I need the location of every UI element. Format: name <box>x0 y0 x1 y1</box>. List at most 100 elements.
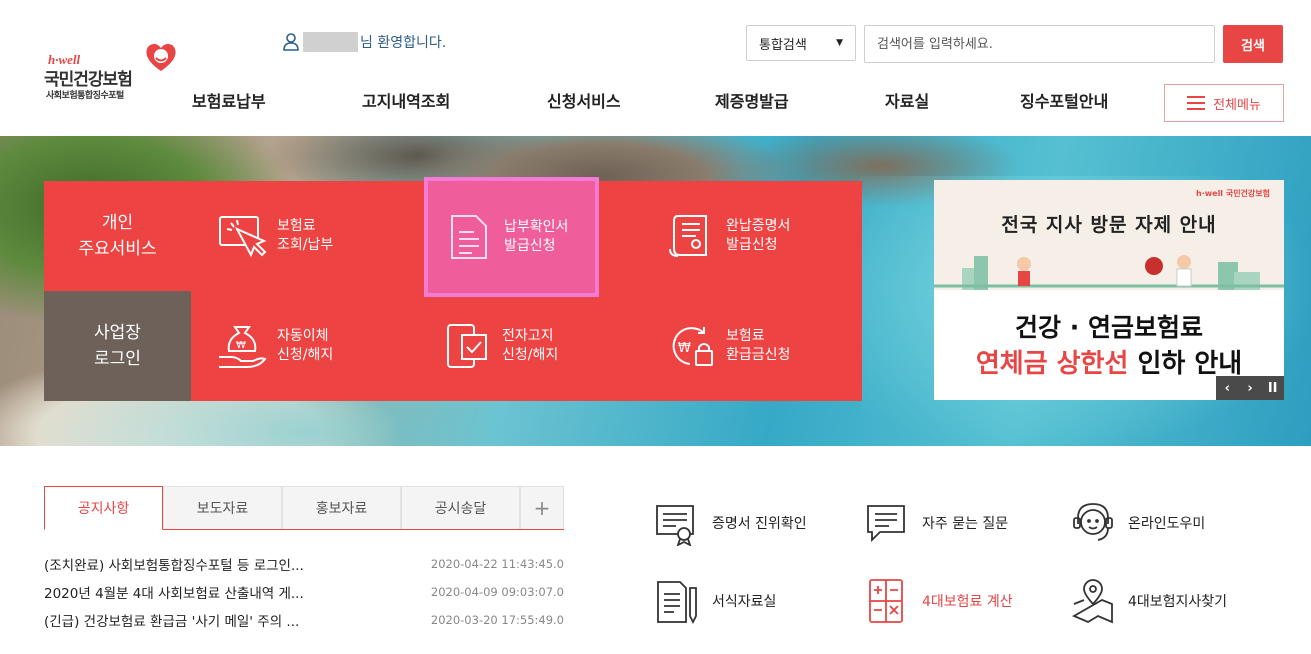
calculator-icon <box>869 579 903 623</box>
service-auto-transfer[interactable]: ₩ 자동이체신청/해지 <box>217 291 387 401</box>
notice-list: (조치완료) 사회보험통합징수포털 등 로그인... 2020-04-22 11… <box>44 550 564 634</box>
main-services-panel: 개인 주요서비스 사업장 로그인 보험료 조회/납부 납부확인서 발급신청 완납증명… <box>44 177 862 401</box>
search-scope-value: 통합검색 <box>759 37 807 53</box>
welcome-message: 님 환영합니다. <box>283 31 446 53</box>
banner-top: h·well 국민건강보험 전국 지사 방문 자제 안내 <box>934 180 1284 290</box>
search-button[interactable]: 검색 <box>1223 25 1283 63</box>
all-menu-label: 전체메뉴 <box>1213 97 1261 113</box>
hamburger-icon <box>1187 96 1206 110</box>
notice-tabs: 공지사항 보도자료 홍보자료 공시송달 + <box>44 486 564 530</box>
list-item[interactable]: (조치완료) 사회보험통합징수포털 등 로그인... 2020-04-22 11… <box>44 550 564 578</box>
tab-public-service[interactable]: 공시송달 <box>401 486 520 529</box>
tab-press[interactable]: 보도자료 <box>163 486 282 529</box>
banner-title-late-fee: 연체금 상한선 인하 안내 <box>934 343 1284 380</box>
banner-controls: ‹ › II <box>1216 376 1284 400</box>
service-line2: 발급신청 <box>726 237 778 253</box>
nav-certificate-issue[interactable]: 제증명발급 <box>715 88 789 112</box>
service-line1: 완납증명서 <box>726 218 791 234</box>
tab-business-login[interactable]: 사업장 로그인 <box>44 291 191 401</box>
notice-date: 2020-03-20 17:55:49.0 <box>430 613 564 627</box>
quick-faq[interactable]: 자주 묻는 질문 <box>864 498 1074 548</box>
quick-label: 서식자료실 <box>712 594 777 610</box>
quick-label: 4대보험료 계산 <box>922 594 1013 610</box>
list-item[interactable]: (긴급) 건강보험료 환급금 '사기 메일' 주의 ... 2020-03-20… <box>44 606 564 634</box>
tab-promotion[interactable]: 홍보자료 <box>282 486 401 529</box>
heart-logo-icon <box>146 43 176 71</box>
certificate-verify-icon <box>656 505 694 546</box>
map-pin-icon <box>1071 579 1113 624</box>
notice-title[interactable]: (긴급) 건강보험료 환급금 '사기 메일' 주의 ... <box>44 610 299 630</box>
service-payment-confirmation[interactable]: 납부확인서발급신청 <box>424 177 599 297</box>
headset-agent-icon <box>1073 503 1113 541</box>
tab-business-label: 사업장 로그인 <box>94 323 141 369</box>
banner-title-highlight: 연체금 상한선 <box>975 349 1129 379</box>
quick-label: 자주 묻는 질문 <box>922 516 1009 532</box>
banner-pause-icon[interactable]: II <box>1261 376 1284 400</box>
nav-resources[interactable]: 자료실 <box>885 88 929 112</box>
notice-date: 2020-04-09 09:03:07.0 <box>430 585 564 599</box>
refund-lock-icon: ₩ <box>672 327 713 366</box>
quick-branch-finder[interactable]: 4대보험지사찾기 <box>1070 576 1280 626</box>
service-electronic-notice[interactable]: 전자고지신청/해지 <box>442 291 612 401</box>
service-line2: 신청/해지 <box>277 347 334 363</box>
all-menu-button[interactable]: 전체메뉴 <box>1164 84 1284 122</box>
banner-title-branch: 전국 지사 방문 자제 안내 <box>1001 214 1217 236</box>
service-full-payment-certificate[interactable]: 완납증명서발급신청 <box>666 181 836 291</box>
nav-application-service[interactable]: 신청서비스 <box>547 88 621 112</box>
tab-personal-label: 개인 주요서비스 <box>78 213 157 259</box>
tab-notices[interactable]: 공지사항 <box>44 486 163 530</box>
quick-certificate-verify[interactable]: 증명서 진위확인 <box>654 498 864 548</box>
user-icon <box>283 33 299 51</box>
welcome-text: 님 환영합니다. <box>360 35 447 51</box>
quick-online-helper[interactable]: 온라인도우미 <box>1070 498 1280 548</box>
banner-brand: h·well 국민건강보험 <box>1196 189 1270 198</box>
quick-premium-calculator[interactable]: 4대보험료 계산 <box>864 576 1074 626</box>
nav-notice-inquiry[interactable]: 고지내역조회 <box>362 88 450 112</box>
nav-premium-payment[interactable]: 보험료납부 <box>192 88 266 112</box>
svg-text:₩: ₩ <box>678 341 691 356</box>
list-item[interactable]: 2020년 4월분 4대 사회보험료 산출내역 게... 2020-04-09 … <box>44 578 564 606</box>
service-line1: 보험료 <box>726 328 765 344</box>
search-scope-select[interactable]: 통합검색 ▼ <box>746 25 856 61</box>
banner-prev-icon[interactable]: ‹ <box>1216 376 1239 400</box>
banner-next-icon[interactable]: › <box>1239 376 1262 400</box>
phone-check-icon <box>447 324 487 368</box>
banner-title-rest: 인하 안내 <box>1128 349 1243 379</box>
logo-subtitle: 사회보험통합징수포털 <box>46 91 124 101</box>
dropdown-arrow-icon: ▼ <box>836 38 843 48</box>
quick-label: 증명서 진위확인 <box>712 516 807 532</box>
service-line1: 전자고지 <box>502 328 554 344</box>
service-line1: 자동이체 <box>277 328 329 344</box>
nav-portal-guide[interactable]: 징수포털안내 <box>1020 88 1108 112</box>
tab-personal-services[interactable]: 개인 주요서비스 <box>44 181 191 291</box>
form-document-icon <box>657 581 697 624</box>
notice-date: 2020-04-22 11:43:45.0 <box>430 557 564 571</box>
more-plus-icon[interactable]: + <box>520 486 564 529</box>
service-refund-application[interactable]: ₩ 보험료환급금신청 <box>666 291 836 401</box>
service-line1: 납부확인서 <box>504 219 569 235</box>
cursor-click-icon <box>219 216 267 258</box>
masked-username <box>303 32 358 52</box>
main-navigation: 보험료납부 고지내역조회 신청서비스 제증명발급 자료실 징수포털안내 <box>150 88 1150 120</box>
logo-brand-text: 국민건강보험 <box>44 70 133 89</box>
service-line2: 신청/해지 <box>502 347 559 363</box>
notice-banner[interactable]: h·well 국민건강보험 전국 지사 방문 자제 안내 건강 · 연금보험료 … <box>934 180 1284 400</box>
service-premium-inquiry[interactable]: 보험료조회/납부 <box>217 181 387 291</box>
quick-label: 온라인도우미 <box>1128 516 1206 532</box>
money-bag-hand-icon: ₩ <box>219 326 267 368</box>
banner-title-premium: 건강 · 연금보험료 <box>1015 313 1203 342</box>
service-line2: 환급금신청 <box>726 347 791 363</box>
svg-text:₩: ₩ <box>236 340 246 351</box>
banner-illustration <box>934 255 1284 290</box>
search-input[interactable] <box>864 25 1215 63</box>
scroll-certificate-icon <box>669 215 707 257</box>
notice-title[interactable]: 2020년 4월분 4대 사회보험료 산출내역 게... <box>44 582 304 602</box>
service-line1: 보험료 <box>277 218 316 234</box>
document-icon <box>451 215 487 259</box>
notice-title[interactable]: (조치완료) 사회보험통합징수포털 등 로그인... <box>44 554 304 574</box>
service-line2: 발급신청 <box>504 238 556 254</box>
quick-form-library[interactable]: 서식자료실 <box>654 576 864 626</box>
quick-label: 4대보험지사찾기 <box>1128 594 1228 610</box>
service-line2: 조회/납부 <box>277 237 334 253</box>
chat-bubble-icon <box>867 505 905 543</box>
